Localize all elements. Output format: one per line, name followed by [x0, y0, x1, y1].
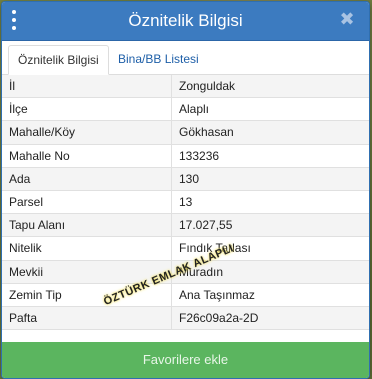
attribute-value: 130	[171, 167, 369, 191]
attribute-key: Mahalle No	[2, 144, 172, 168]
table-row: İl Zonguldak	[2, 75, 369, 99]
attribute-value: Muradın	[171, 260, 369, 284]
add-to-favorites-button[interactable]: Favorilere ekle	[2, 342, 369, 378]
attribute-value: 17.027,55	[171, 213, 369, 238]
table-row: Parsel 13	[2, 190, 369, 215]
attribute-key: İlçe	[2, 97, 172, 122]
attribute-key: Mahalle/Köy	[2, 120, 172, 145]
table-row: Mahalle/Köy Gökhasan	[2, 120, 369, 145]
table-row: Mevkii Muradın	[2, 260, 369, 284]
attribute-key: Zemin Tip	[2, 283, 172, 307]
tab-attribute-info[interactable]: Öznitelik Bilgisi	[8, 45, 109, 75]
attribute-value: 13	[171, 190, 369, 215]
table-row: İlçe Alaplı	[2, 97, 369, 122]
tab-building-list[interactable]: Bina/BB Listesi	[109, 45, 208, 73]
table-row: Ada 130	[2, 167, 369, 191]
dialog-header: Öznitelik Bilgisi ✖	[2, 2, 369, 41]
attribute-key: Ada	[2, 167, 172, 191]
attribute-value: Zonguldak	[171, 75, 369, 99]
attribute-table: İl Zonguldak İlçe Alaplı Mahalle/Köy Gök…	[2, 75, 369, 331]
attribute-key: Parsel	[2, 190, 172, 215]
attribute-key: Tapu Alanı	[2, 213, 172, 238]
attribute-value: Alaplı	[171, 97, 369, 122]
attribute-value: Gökhasan	[171, 120, 369, 145]
table-row: Nitelik Fındık Tarlası	[2, 236, 369, 261]
table-row: Pafta F26c09a2a-2D	[2, 306, 369, 331]
attribute-key: Nitelik	[2, 236, 172, 261]
attribute-value: 133236	[171, 144, 369, 168]
dialog-title: Öznitelik Bilgisi	[128, 11, 243, 30]
attribute-dialog: Öznitelik Bilgisi ✖ Öznitelik Bilgisi Bi…	[1, 1, 370, 379]
table-row: Mahalle No 133236	[2, 144, 369, 168]
attribute-key: Pafta	[2, 306, 172, 331]
attribute-table-container: İl Zonguldak İlçe Alaplı Mahalle/Köy Gök…	[2, 75, 369, 347]
close-icon[interactable]: ✖	[339, 10, 355, 28]
attribute-value: F26c09a2a-2D	[171, 306, 369, 331]
kebab-menu-icon[interactable]	[10, 10, 18, 30]
table-row: Zemin Tip Ana Taşınmaz	[2, 283, 369, 307]
tab-bar: Öznitelik Bilgisi Bina/BB Listesi	[2, 41, 369, 75]
attribute-key: Mevkii	[2, 260, 172, 284]
attribute-value: Fındık Tarlası	[171, 236, 369, 261]
attribute-value: Ana Taşınmaz	[171, 283, 369, 307]
attribute-key: İl	[2, 75, 172, 99]
table-row: Tapu Alanı 17.027,55	[2, 213, 369, 238]
